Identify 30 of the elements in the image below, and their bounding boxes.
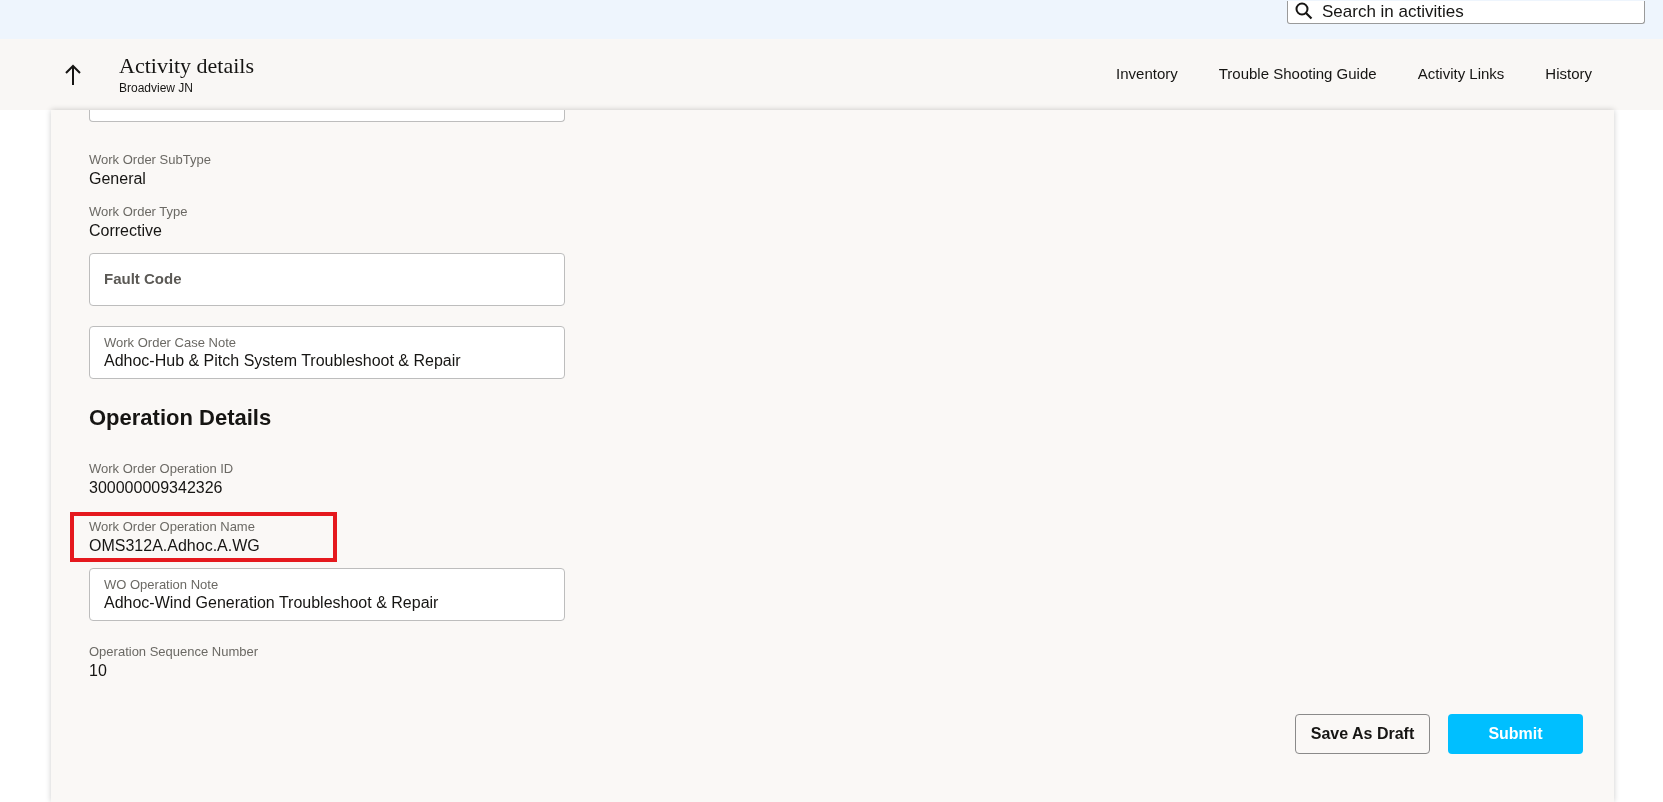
search-icon [1295,2,1313,20]
field-value: General [89,169,147,189]
field-value: Adhoc-Hub & Pitch System Troubleshoot & Repair [104,350,462,371]
nav-link[interactable]: Inventory [1116,63,1178,86]
up-arrow-icon[interactable] [65,63,81,86]
field-label: Operation Sequence Number [89,643,260,661]
section-heading: Operation Details [89,404,273,432]
field-label: Work Order Operation ID [89,460,235,478]
search-field[interactable]: Search in activities [1287,1,1645,24]
field-value: OMS312A.Adhoc.A.WG [89,536,261,556]
field-label: Work Order Case Note [104,334,237,351]
field-label: Work Order SubType [89,151,212,169]
nav-link[interactable]: Trouble Shooting Guide [1218,63,1377,86]
input-field[interactable] [89,110,565,122]
nav-link[interactable]: Activity Links [1417,63,1505,86]
nav-link[interactable]: History [1545,63,1592,86]
save-draft-button[interactable]: Save As Draft [1295,714,1430,754]
page-subtitle: Broadview JN [119,80,195,98]
field-value: 300000009342326 [89,478,224,498]
field-value: Adhoc-Wind Generation Troubleshoot & Repair [104,592,440,613]
field-label: Work Order Type [89,203,189,221]
field-label: WO Operation Note [104,576,220,593]
field-value: 10 [89,661,108,681]
input-field[interactable]: Fault Code [89,253,565,306]
input-field[interactable]: WO Operation Note Adhoc-Wind Generation Troubleshoot & Repair [89,568,565,621]
field-value: Corrective [89,221,163,241]
page-title: Activity details [119,51,255,80]
field-placeholder: Fault Code [104,269,183,290]
field-label: Work Order Operation Name [89,518,256,536]
input-field[interactable]: Work Order Case Note Adhoc-Hub & Pitch System Troubleshoot & Repair [89,326,565,379]
